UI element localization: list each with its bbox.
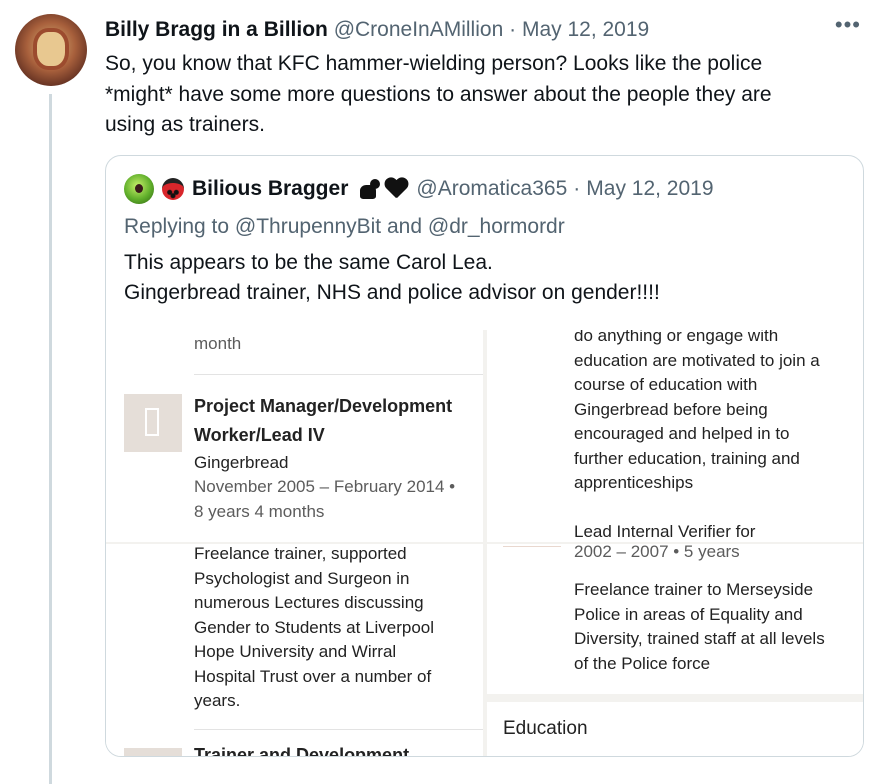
- desc-line: do anything or engage with: [574, 330, 779, 345]
- attached-image[interactable]: month Project Manager/Development Worker…: [106, 330, 863, 756]
- quote-text-line: This appears to be the same Carol Lea.: [124, 251, 493, 274]
- job-title-line: Project Manager/Development: [194, 396, 453, 416]
- reply-user-link[interactable]: @ThrupennyBit: [235, 215, 381, 238]
- quote-header: Bilious Bragger @Aromatica365 · May 12, …: [124, 174, 714, 204]
- desc-line: Freelance trainer, supported: [194, 544, 407, 563]
- tweet-text-line: So, you know that KFC hammer-wielding pe…: [105, 52, 763, 75]
- desc-line: Gender to Students at Liverpool: [194, 617, 435, 637]
- replying-and: and: [386, 215, 423, 238]
- job-title: Project Manager/Development Worker/Lead …: [194, 392, 452, 450]
- left-top-text: month: [194, 334, 242, 353]
- education-card: Education: [487, 702, 863, 756]
- desc-line: Psychologist and Surgeon in: [194, 568, 410, 588]
- more-horizontal-icon[interactable]: •••: [835, 12, 861, 38]
- right-card-top: do anything or engage with education are…: [487, 330, 863, 542]
- author-name[interactable]: Billy Bragg in a Billion: [105, 18, 328, 41]
- ladybug-icon: [162, 178, 184, 200]
- company-logo-icon: [124, 394, 182, 452]
- desc-line: course of education with: [574, 375, 758, 394]
- job-title-line: Worker/Lead IV: [194, 425, 325, 445]
- right-card-middle: 2002 – 2007 • 5 years Freelance trainer …: [487, 542, 863, 694]
- desc-line: education are motivated to join a: [574, 350, 820, 370]
- tweet-date[interactable]: May 12, 2019: [522, 18, 649, 41]
- divider: [194, 729, 483, 730]
- quote-author-avatar[interactable]: [124, 174, 154, 204]
- left-card-top: month Project Manager/Development Worker…: [106, 330, 483, 542]
- company-name: Gingerbread: [194, 453, 289, 472]
- desc-line: Gingerbread before being: [574, 399, 768, 419]
- quote-author-name[interactable]: Bilious Bragger: [192, 174, 348, 204]
- desc-line: Police in areas of Equality and: [574, 604, 803, 624]
- tweet-text-line: using as trainers.: [105, 113, 265, 136]
- desc-line: Diversity, trained staff at all levels: [574, 629, 825, 648]
- company-logo-icon: [124, 748, 182, 756]
- desc-line: apprenticeships: [574, 473, 694, 492]
- replying-prefix: Replying to: [124, 215, 230, 238]
- left-description: Freelance trainer, supported Psychologis…: [194, 542, 434, 714]
- desc-line: further education, training and: [574, 448, 800, 468]
- desc-line: years.: [194, 691, 241, 710]
- tweet-text-line: *might* have some more questions to answ…: [105, 82, 772, 106]
- verifier-dates: 2002 – 2007 • 5 years: [574, 542, 740, 561]
- author-avatar[interactable]: [15, 14, 87, 86]
- quoted-tweet[interactable]: Bilious Bragger @Aromatica365 · May 12, …: [105, 155, 864, 757]
- reply-user-link[interactable]: @dr_hormordr: [428, 215, 565, 238]
- right-top-text: do anything or engage with education are…: [574, 330, 820, 496]
- next-job-title-partial: Trainer and Development: [194, 745, 410, 756]
- left-card-bottom: Freelance trainer, supported Psychologis…: [106, 544, 483, 756]
- quote-text-line: Gingerbread trainer, NHS and police advi…: [124, 281, 660, 304]
- tweet-header: Billy Bragg in a Billion @CroneInAMillio…: [105, 16, 649, 44]
- divider: [503, 546, 561, 547]
- education-heading: Education: [503, 718, 588, 739]
- right-description: Freelance trainer to Merseyside Police i…: [574, 578, 825, 676]
- tweet-text: So, you know that KFC hammer-wielding pe…: [105, 49, 845, 141]
- desc-line: numerous Lectures discussing: [194, 593, 424, 612]
- quote-author-handle[interactable]: @Aromatica365: [416, 174, 567, 204]
- replying-to: Replying to @ThrupennyBit and @dr_hormor…: [124, 212, 565, 242]
- author-handle[interactable]: @CroneInAMillion: [334, 18, 504, 41]
- black-heart-icon: [384, 178, 408, 200]
- desc-line: Freelance trainer to Merseyside: [574, 580, 814, 599]
- thread-line: [49, 94, 52, 784]
- job-dates-line: November 2005 – February 2014 •: [194, 477, 456, 496]
- divider: [194, 374, 483, 375]
- quote-separator: ·: [573, 177, 581, 200]
- desc-line: Hospital Trust over a number of: [194, 666, 432, 686]
- desc-line: encouraged and helped in to: [574, 424, 790, 443]
- job-dates: November 2005 – February 2014 • 8 years …: [194, 475, 455, 524]
- desc-line: of the Police force: [574, 653, 711, 673]
- desc-line: Hope University and Wirral: [194, 642, 397, 661]
- black-cat-icon: [356, 177, 382, 201]
- quote-text: This appears to be the same Carol Lea. G…: [124, 248, 660, 308]
- job-dates-line: 8 years 4 months: [194, 501, 325, 521]
- quote-date[interactable]: May 12, 2019: [586, 174, 713, 204]
- header-separator: ·: [509, 18, 517, 41]
